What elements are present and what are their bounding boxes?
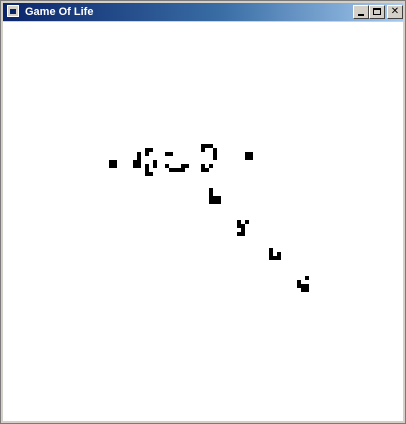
live-cell <box>305 288 309 292</box>
live-cell <box>213 148 217 152</box>
live-cell <box>149 148 153 152</box>
live-cell <box>269 252 273 256</box>
live-cell <box>137 156 141 160</box>
live-cell <box>145 164 149 168</box>
live-cell <box>297 280 301 284</box>
live-cell <box>209 144 213 148</box>
live-cell <box>249 152 253 156</box>
close-icon: ✕ <box>390 6 400 17</box>
live-cell <box>205 168 209 172</box>
live-cell <box>109 164 113 168</box>
live-cell <box>133 164 137 168</box>
live-cell <box>113 160 117 164</box>
minimize-button[interactable] <box>353 5 369 19</box>
live-cell <box>213 200 217 204</box>
live-cell <box>217 200 221 204</box>
life-board[interactable] <box>3 22 403 421</box>
live-cell <box>201 168 205 172</box>
live-cell <box>249 156 253 160</box>
live-cell <box>145 168 149 172</box>
live-cell <box>301 284 305 288</box>
live-cell <box>137 164 141 168</box>
live-cell <box>165 164 169 168</box>
live-cell <box>113 164 117 168</box>
live-cell <box>277 252 281 256</box>
live-cell <box>241 228 245 232</box>
live-cell <box>209 196 213 200</box>
live-cell <box>153 160 157 164</box>
live-cell <box>269 256 273 260</box>
live-cell <box>237 220 241 224</box>
live-cell <box>145 148 149 152</box>
live-cell <box>213 152 217 156</box>
live-cell <box>245 220 249 224</box>
live-cell <box>201 144 205 148</box>
live-cell <box>181 164 185 168</box>
live-cell <box>273 256 277 260</box>
live-cell <box>209 188 213 192</box>
live-cell <box>181 168 185 172</box>
live-cell <box>109 160 113 164</box>
live-cell <box>209 200 213 204</box>
app-window-icon[interactable] <box>7 5 19 17</box>
live-cell <box>137 152 141 156</box>
live-cell <box>153 164 157 168</box>
live-cell <box>185 164 189 168</box>
live-cell <box>297 284 301 288</box>
live-cell <box>209 164 213 168</box>
live-cell <box>241 224 245 228</box>
live-cell <box>173 168 177 172</box>
live-cell <box>137 160 141 164</box>
live-cell <box>145 152 149 156</box>
live-cell <box>169 168 173 172</box>
live-cell <box>217 196 221 200</box>
live-cell <box>201 164 205 168</box>
live-cell <box>241 232 245 236</box>
life-grid[interactable] <box>3 22 403 421</box>
window-title: Game Of Life <box>25 6 94 18</box>
live-cell <box>237 224 241 228</box>
live-cell <box>245 156 249 160</box>
live-cell <box>205 144 209 148</box>
live-cell <box>213 196 217 200</box>
close-button[interactable]: ✕ <box>387 5 403 19</box>
live-cell <box>301 288 305 292</box>
maximize-button[interactable] <box>369 5 385 19</box>
app-window: Game Of Life ✕ <box>0 0 406 424</box>
live-cell <box>277 256 281 260</box>
live-cell <box>149 172 153 176</box>
live-cell <box>245 152 249 156</box>
live-cell <box>133 160 137 164</box>
live-cell <box>165 152 169 156</box>
live-cell <box>201 148 205 152</box>
live-cell <box>145 172 149 176</box>
live-cell <box>237 232 241 236</box>
title-bar[interactable]: Game Of Life ✕ <box>3 3 403 21</box>
live-cell <box>213 156 217 160</box>
live-cell <box>269 248 273 252</box>
live-cell <box>209 192 213 196</box>
live-cell <box>305 284 309 288</box>
live-cell <box>177 168 181 172</box>
live-cell <box>305 276 309 280</box>
live-cell <box>169 152 173 156</box>
